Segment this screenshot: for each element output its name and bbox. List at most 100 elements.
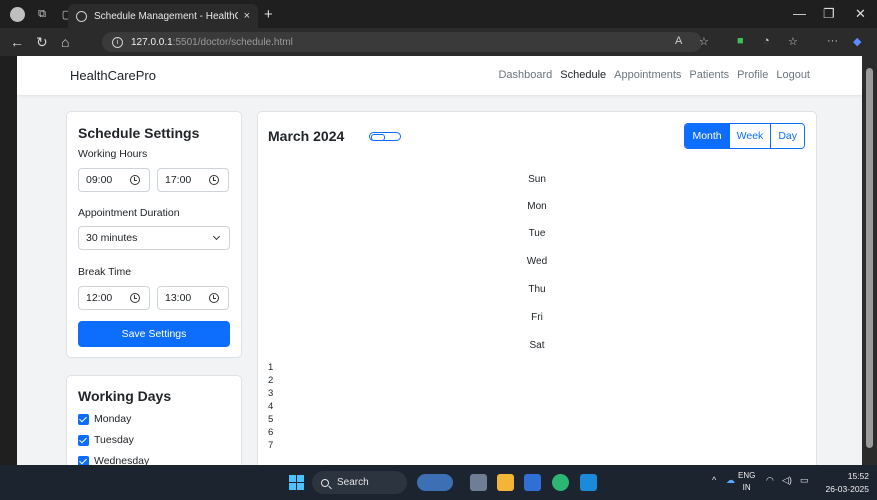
battery-icon[interactable]: ▭ <box>800 475 809 486</box>
lang-top: ENG <box>738 471 756 480</box>
new-tab-button[interactable]: + <box>264 6 273 23</box>
globe-icon <box>76 10 87 22</box>
clock-icon[interactable] <box>209 293 219 303</box>
collections-icon[interactable]: ◔ <box>763 35 770 47</box>
nav-dashboard[interactable]: Dashboard <box>498 69 552 81</box>
calendar-day[interactable]: 4 <box>268 401 273 412</box>
extension-icon[interactable]: ■ <box>737 35 744 47</box>
chevron-down-icon <box>212 232 221 241</box>
break-end-value: 13:00 <box>165 292 192 304</box>
favorite-icon[interactable]: ☆ <box>699 35 709 48</box>
vscode-icon[interactable] <box>580 474 597 491</box>
clock-date: 26-03-2025 <box>825 484 869 494</box>
url-input[interactable]: i 127.0.0.1 :5501/doctor/schedule.html <box>102 32 702 52</box>
clock-icon[interactable] <box>130 293 140 303</box>
wifi-icon[interactable]: ◠ <box>766 475 774 486</box>
search-icon <box>321 478 329 487</box>
onedrive-icon[interactable]: ☁ <box>726 475 735 486</box>
tab-close-button[interactable]: × <box>244 10 250 22</box>
info-icon[interactable]: i <box>112 36 123 48</box>
view-day-button[interactable]: Day <box>770 124 804 148</box>
day-label: Monday <box>94 413 132 425</box>
day-checkbox-wednesday[interactable]: Wednesday <box>78 455 149 465</box>
lang-bottom: IN <box>742 483 751 492</box>
volume-icon[interactable]: ◁) <box>782 475 792 486</box>
calendar-day[interactable]: 2 <box>268 375 273 386</box>
calendar-day[interactable]: 1 <box>268 362 273 373</box>
break-end-input[interactable]: 13:00 <box>157 286 229 310</box>
home-icon[interactable]: ⌂ <box>61 34 69 50</box>
weekday-header: Thu <box>528 284 546 295</box>
save-settings-button[interactable]: Save Settings <box>78 321 230 347</box>
url-host: 127.0.0.1 <box>131 36 173 48</box>
more-icon[interactable]: ··· <box>827 35 838 47</box>
nav-logout[interactable]: Logout <box>776 69 810 81</box>
refresh-icon[interactable]: ↻ <box>36 34 48 51</box>
close-icon[interactable]: ✕ <box>855 6 866 22</box>
clock-icon[interactable] <box>130 175 140 185</box>
weekday-header: Tue <box>528 228 546 239</box>
browser-tab[interactable]: Schedule Management - HealthC × <box>68 4 258 28</box>
checkbox-checked-icon[interactable] <box>78 413 89 425</box>
edge-browser-icon[interactable] <box>552 474 569 491</box>
checkbox-checked-icon[interactable] <box>78 434 89 446</box>
nav-schedule[interactable]: Schedule <box>560 69 606 81</box>
break-start-value: 12:00 <box>86 292 113 304</box>
widgets-icon[interactable] <box>417 474 453 491</box>
os-taskbar: Search ^ ☁ ENG IN ◠ ◁) ▭ 15:52 26-03-202… <box>0 465 877 500</box>
url-path: :5501/doctor/schedule.html <box>172 36 293 48</box>
work-start-input[interactable]: 09:00 <box>78 168 150 192</box>
copilot-icon[interactable]: ◆ <box>853 35 861 48</box>
break-start-input[interactable]: 12:00 <box>78 286 150 310</box>
clock-icon[interactable] <box>209 175 219 185</box>
language-indicator[interactable]: ENG IN <box>738 470 755 494</box>
day-label: Wednesday <box>94 455 150 465</box>
nav-profile[interactable]: Profile <box>737 69 768 81</box>
weekday-header: Sun <box>528 174 546 185</box>
weekday-header: Wed <box>526 256 548 267</box>
day-checkbox-tuesday[interactable]: Tuesday <box>78 434 134 446</box>
task-view-icon[interactable] <box>470 474 487 491</box>
calendar-day[interactable]: 3 <box>268 388 273 399</box>
back-icon[interactable]: ← <box>10 34 24 50</box>
browser-tab-bar: ⧉ ▢ Schedule Management - HealthC × + — … <box>0 0 877 28</box>
file-explorer-icon[interactable] <box>497 474 514 491</box>
taskbar-search[interactable]: Search <box>312 471 407 494</box>
workspaces-icon[interactable]: ⧉ <box>34 6 50 22</box>
windows-start-icon[interactable] <box>289 475 304 490</box>
tray-overflow-icon[interactable]: ^ <box>712 475 716 485</box>
work-end-value: 17:00 <box>165 174 192 186</box>
taskbar-search-label: Search <box>337 477 369 488</box>
weekday-header: Sat <box>529 340 545 351</box>
checkbox-checked-icon[interactable] <box>78 455 89 465</box>
work-end-input[interactable]: 17:00 <box>157 168 229 192</box>
store-icon[interactable] <box>524 474 541 491</box>
tab-title: Schedule Management - HealthC <box>94 10 238 22</box>
calendar-day[interactable]: 6 <box>268 427 273 438</box>
calendar-day[interactable]: 5 <box>268 414 273 425</box>
favorites-bar-icon[interactable]: ☆ <box>788 35 798 48</box>
page-scrollbar[interactable] <box>862 56 877 465</box>
calendar-toggle-icon[interactable] <box>369 132 401 141</box>
scrollbar-thumb[interactable] <box>866 68 873 448</box>
profile-icon[interactable] <box>9 6 25 22</box>
minimize-icon[interactable]: — <box>793 6 806 21</box>
weekday-header: Mon <box>527 201 547 212</box>
working-days-card: Working Days Monday Tuesday Wednesday <box>66 375 242 465</box>
view-month-button[interactable]: Month <box>685 124 729 148</box>
nav-patients[interactable]: Patients <box>689 69 729 81</box>
view-week-button[interactable]: Week <box>728 124 771 148</box>
calendar-card: March 2024 Month Week Day Sun Mon Tue We… <box>257 111 817 465</box>
read-aloud-icon[interactable]: A <box>675 35 682 47</box>
restore-icon[interactable]: ❐ <box>823 6 835 22</box>
system-clock[interactable]: 15:52 26-03-2025 <box>826 470 869 496</box>
day-label: Tuesday <box>94 434 134 446</box>
calendar-day[interactable]: 7 <box>268 440 273 451</box>
working-hours-label: Working Hours <box>78 148 148 160</box>
view-switcher: Month Week Day <box>684 123 805 149</box>
settings-title: Schedule Settings <box>78 125 200 141</box>
brand-logo[interactable]: HealthCarePro <box>70 68 156 83</box>
nav-appointments[interactable]: Appointments <box>614 69 681 81</box>
duration-select[interactable]: 30 minutes <box>78 226 230 250</box>
day-checkbox-monday[interactable]: Monday <box>78 413 131 425</box>
